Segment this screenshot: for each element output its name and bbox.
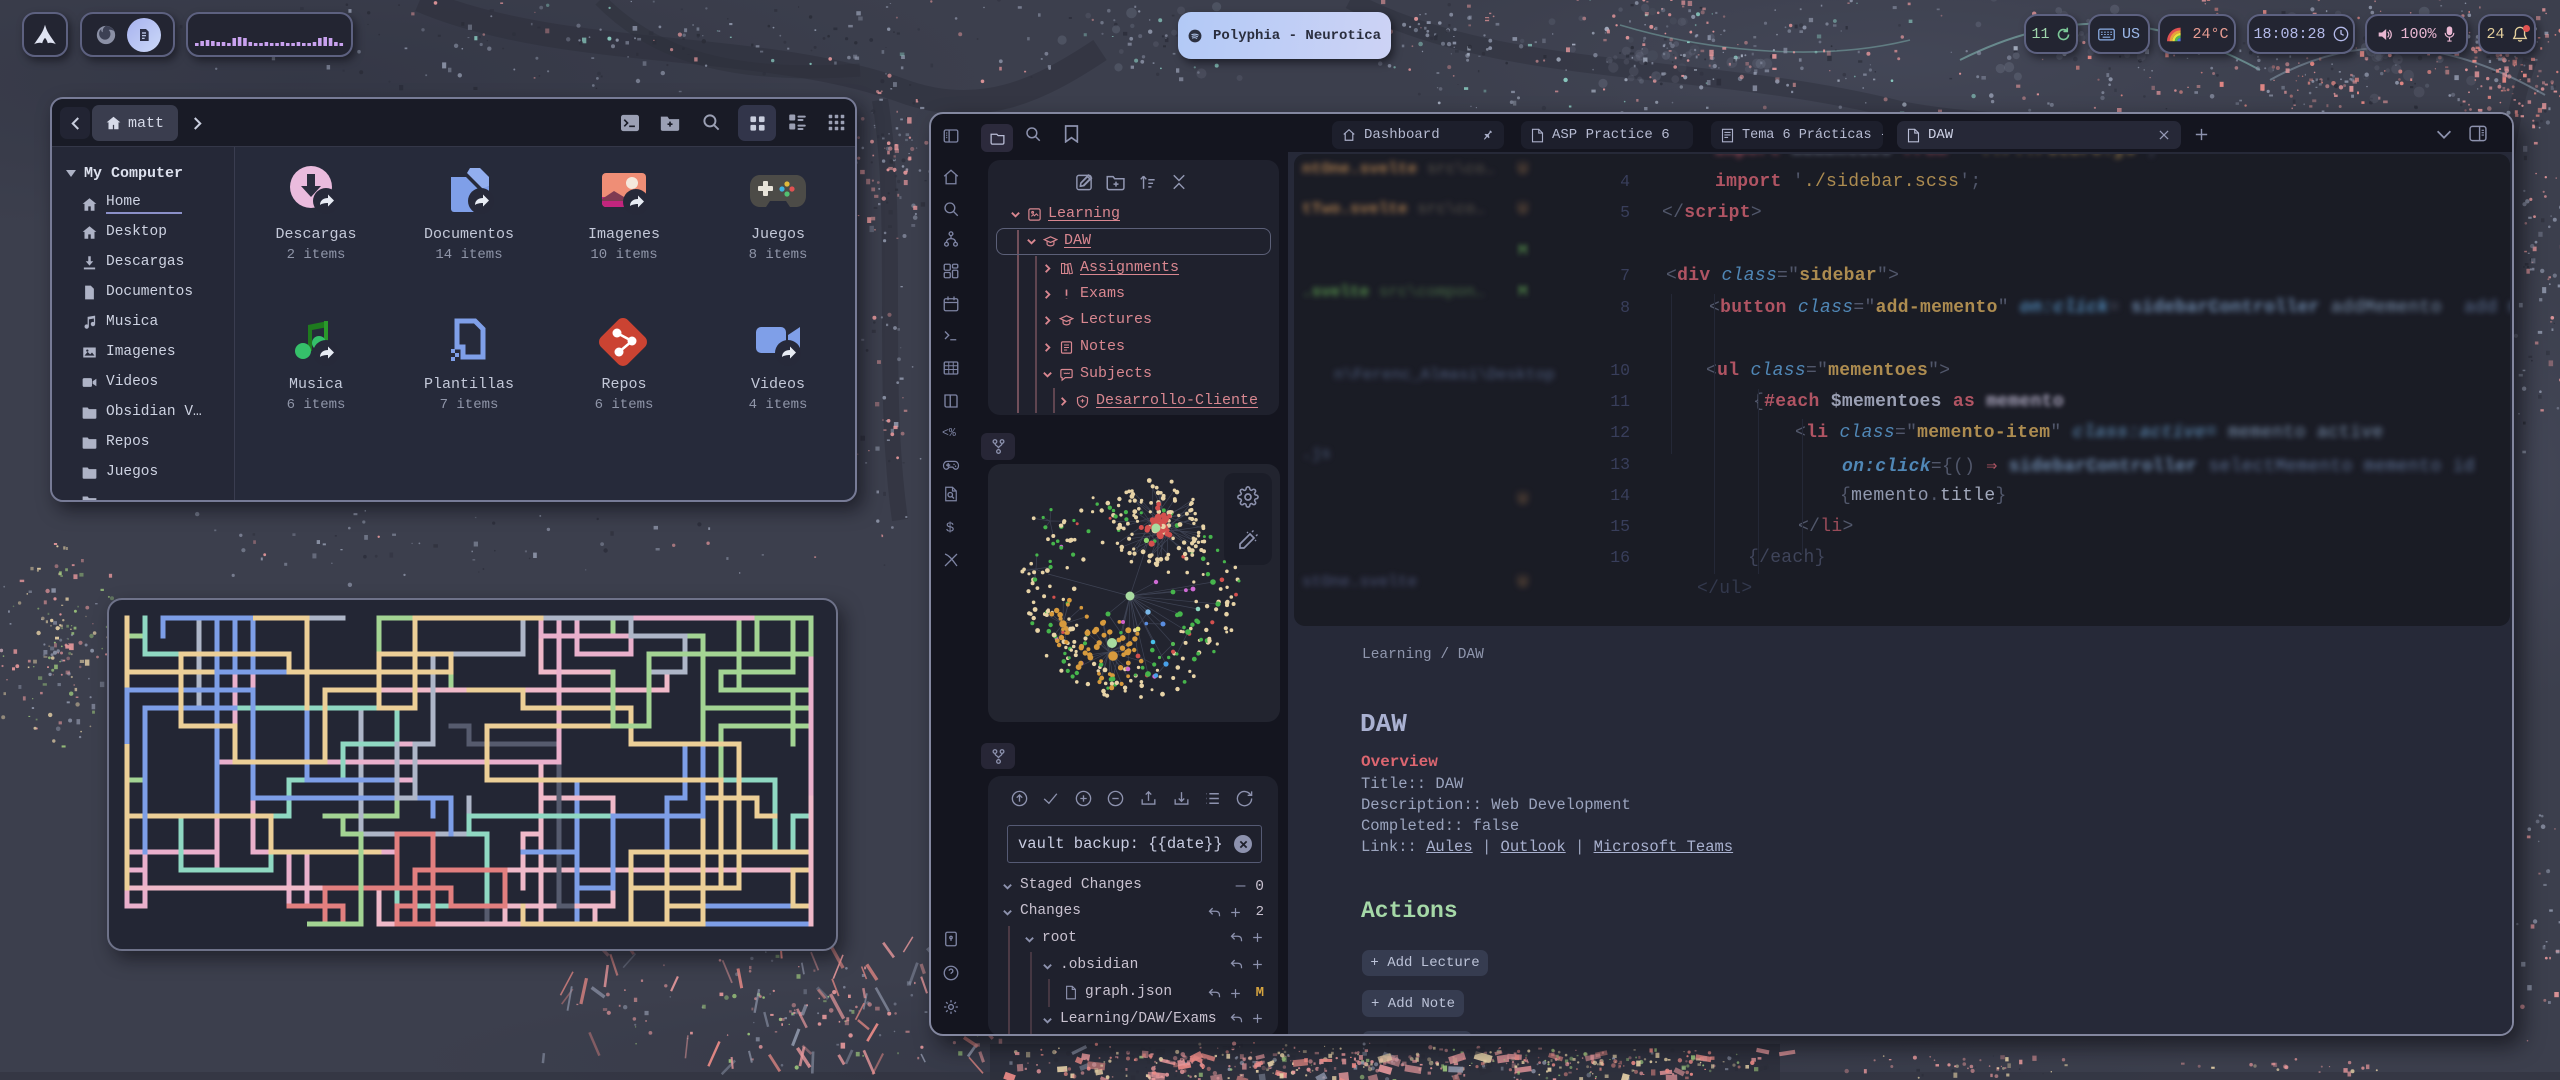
svg-text:$: $ — [946, 521, 955, 537]
svg-text:<%: <% — [942, 427, 956, 439]
